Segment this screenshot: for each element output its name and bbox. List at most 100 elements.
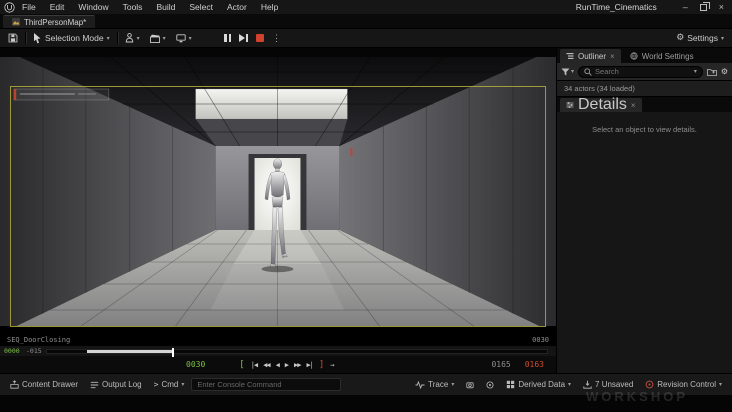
outliner-tab-well: Outliner × World Settings: [557, 48, 732, 63]
save-all-icon: [583, 380, 592, 389]
viewport-overlay-box: [13, 88, 110, 101]
toolbar-separator: [116, 32, 118, 44]
to-front-button[interactable]: |◀: [251, 361, 259, 369]
tab-thirdpersonmap[interactable]: ThirdPersonMap*: [3, 15, 96, 28]
trace-dropdown[interactable]: Trace ▾: [410, 377, 459, 393]
play-button[interactable]: ▶: [285, 361, 289, 369]
platforms-icon: [175, 33, 186, 42]
tab-outliner[interactable]: Outliner ×: [560, 49, 621, 63]
outliner-filter-dropdown[interactable]: ▾: [561, 68, 574, 76]
to-end-button[interactable]: ▶|: [306, 361, 314, 369]
cinematics-dropdown[interactable]: ▾: [145, 30, 171, 46]
viewport[interactable]: [0, 48, 556, 334]
chevron-down-icon: ▾: [106, 35, 110, 42]
range-offset-label: -015: [26, 347, 42, 355]
set-playback-start-icon[interactable]: [: [239, 360, 244, 370]
chevron-down-icon: ▾: [718, 382, 722, 388]
derived-data-dropdown[interactable]: Derived Data ▾: [501, 377, 576, 393]
revision-control-label: Revision Control: [657, 380, 716, 389]
chevron-down-icon: ▾: [571, 69, 575, 75]
tab-world-settings[interactable]: World Settings: [624, 49, 700, 63]
platforms-dropdown[interactable]: ▾: [171, 30, 197, 46]
revision-control-icon: [645, 380, 654, 389]
snapshot-icon: [466, 381, 474, 388]
chevron-down-icon[interactable]: ▾: [694, 68, 697, 75]
outliner-settings-button[interactable]: ⚙: [721, 67, 728, 76]
chevron-down-icon: ▾: [136, 35, 140, 42]
pie-options-menu[interactable]: ⋮: [272, 33, 281, 44]
tab-details[interactable]: Details ×: [560, 96, 642, 113]
restore-button[interactable]: [699, 1, 710, 11]
output-log-button[interactable]: Output Log: [85, 377, 147, 393]
blueprints-dropdown[interactable]: ▾: [120, 30, 145, 46]
search-icon: [584, 67, 592, 76]
chevron-down-icon: ▾: [720, 35, 724, 42]
cinematic-info-bar: SEQ_DoorClosing 0030: [0, 334, 556, 346]
save-button[interactable]: [3, 30, 23, 46]
folder-plus-icon: [706, 68, 717, 76]
unreal-logo-icon[interactable]: [4, 1, 15, 13]
filter-funnel-icon: [561, 68, 570, 75]
close-icon[interactable]: ×: [631, 101, 636, 110]
content-drawer-button[interactable]: Content Drawer: [5, 377, 83, 393]
gear-icon: ⚙: [676, 33, 685, 43]
revision-control-dropdown[interactable]: Revision Control ▾: [640, 377, 727, 393]
bottom-strip: [0, 395, 732, 412]
menu-select[interactable]: Select: [182, 0, 220, 14]
jump-button[interactable]: →: [330, 361, 334, 369]
add-folder-button[interactable]: [706, 68, 717, 76]
chevron-down-icon: ▾: [568, 382, 572, 388]
selection-mode-dropdown[interactable]: Selection Mode ▾: [28, 30, 115, 46]
unsaved-button[interactable]: 7 Unsaved: [578, 377, 638, 393]
clapperboard-icon: [149, 34, 160, 43]
console-command-input[interactable]: [191, 378, 342, 391]
set-playback-end-icon[interactable]: ]: [319, 360, 324, 370]
actor-count-label: 34 actors (34 loaded): [564, 84, 635, 93]
pause-button[interactable]: [224, 34, 231, 42]
asset-tab-bar: ThirdPersonMap*: [0, 14, 732, 28]
trace-label: Trace: [428, 380, 449, 389]
sequencer-transport-bar: 0030 [ |◀ ◀◀ ◀ ▶ ▶▶ ▶| ] → 0165 0163: [0, 356, 556, 373]
gear-icon: ⚙: [720, 67, 728, 76]
trace-snapshot-button[interactable]: [461, 377, 479, 393]
search-input[interactable]: [595, 67, 691, 76]
trace-icon: [415, 380, 425, 389]
outliner-toolbar: ▾ ▾ ⚙: [557, 63, 732, 80]
menu-window[interactable]: Window: [71, 0, 115, 14]
sequencer-scrubber: 0000 -015: [0, 346, 556, 357]
menu-actor[interactable]: Actor: [220, 0, 254, 14]
close-icon[interactable]: ×: [610, 52, 615, 61]
red-marker: [350, 148, 353, 156]
menu-edit[interactable]: Edit: [43, 0, 72, 14]
outliner-search-box[interactable]: ▾: [578, 65, 703, 78]
menu-help[interactable]: Help: [254, 0, 285, 14]
previous-frame-button[interactable]: ◀◀: [263, 361, 271, 369]
status-bar: Content Drawer Output Log > Cmd ▾ Trace …: [0, 373, 732, 395]
menu-bar: File Edit Window Tools Build Select Acto…: [0, 0, 732, 14]
derived-data-label: Derived Data: [518, 380, 566, 389]
content-drawer-label: Content Drawer: [22, 380, 79, 389]
close-button[interactable]: ×: [719, 2, 724, 12]
play-reverse-button[interactable]: ◀: [276, 361, 280, 369]
content-drawer-icon: [10, 380, 19, 389]
menu-build[interactable]: Build: [149, 0, 182, 14]
current-frame-label: 0030: [186, 360, 206, 369]
menu-file[interactable]: File: [15, 0, 43, 14]
playhead-marker[interactable]: [172, 347, 174, 357]
next-frame-button[interactable]: ▶▶: [294, 361, 302, 369]
frame-skip-button[interactable]: [239, 34, 248, 42]
project-title: RunTime_Cinematics: [575, 2, 657, 12]
save-icon: [8, 33, 18, 43]
viewport-settings-dropdown[interactable]: ⚙ Settings ▾: [671, 30, 729, 46]
sequence-name-label: SEQ_DoorClosing: [7, 336, 71, 344]
viewport-column: SEQ_DoorClosing 0030 0000 -015 0030 [ |◀…: [0, 48, 556, 373]
timeline-track[interactable]: [46, 347, 548, 357]
selection-mode-label: Selection Mode: [45, 33, 104, 43]
cursor-icon: [34, 32, 41, 43]
timeline-range-fill: [87, 349, 172, 353]
cmd-dropdown[interactable]: > Cmd ▾: [149, 377, 190, 393]
insights-button[interactable]: [481, 377, 499, 393]
minimize-button[interactable]: –: [683, 2, 688, 12]
stop-button[interactable]: [256, 34, 264, 42]
menu-tools[interactable]: Tools: [116, 0, 150, 14]
